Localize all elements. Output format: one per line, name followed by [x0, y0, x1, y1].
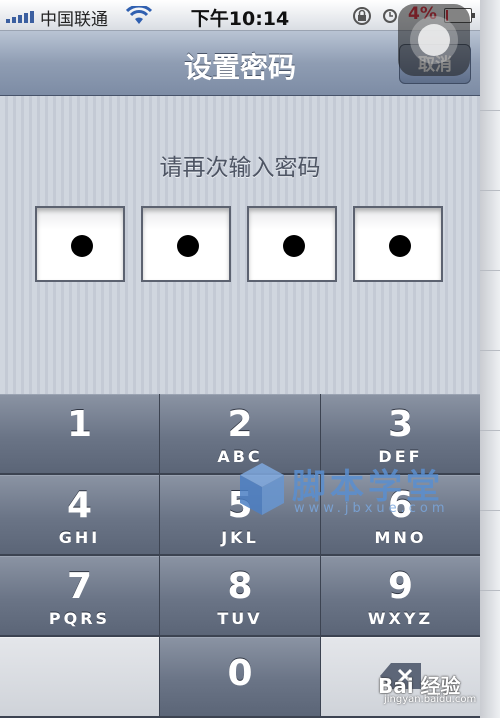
passcode-dot [177, 235, 199, 257]
passcode-digit-box [247, 206, 337, 282]
baidu-site-text: jingyan.baidu.com [384, 694, 477, 705]
watermark-url: www.jbxue.com [294, 501, 449, 516]
passcode-dot [389, 235, 411, 257]
key-7[interactable]: 7 PQRS [0, 556, 159, 635]
key-letters: WXYZ [367, 609, 434, 628]
rotation-lock-icon [353, 7, 371, 25]
passcode-prompt: 请再次输入密码 [159, 155, 321, 181]
key-4[interactable]: 4 GHI [0, 475, 159, 554]
key-digit: 1 [66, 404, 93, 445]
key-digit: 0 [227, 653, 253, 694]
key-letters: JKL [221, 528, 259, 547]
key-digit: 2 [227, 404, 253, 445]
assistive-touch-button[interactable] [398, 4, 470, 76]
key-blank [0, 637, 159, 716]
watermark-logo-icon [240, 463, 284, 515]
key-digit: 4 [66, 485, 93, 526]
passcode-dot [71, 235, 93, 257]
key-digit: 8 [227, 566, 253, 607]
key-letters: GHI [58, 528, 101, 547]
key-1[interactable]: 1 [0, 394, 159, 473]
key-0[interactable]: 0 [160, 637, 320, 716]
baidu-watermark: Bai 经验 jingyan.baidu.com [378, 666, 480, 706]
passcode-digit-box [35, 206, 125, 282]
key-letters: MNO [374, 528, 427, 547]
key-digit: 3 [387, 404, 414, 445]
alarm-icon [383, 9, 397, 23]
key-letters: PQRS [48, 609, 111, 628]
key-9[interactable]: 9 WXYZ [321, 556, 480, 635]
key-digit: 7 [66, 566, 93, 607]
key-letters: TUV [217, 609, 263, 628]
passcode-digit-box [353, 206, 443, 282]
key-8[interactable]: 8 TUV [160, 556, 320, 635]
key-digit: 9 [387, 566, 414, 607]
background-edge [480, 0, 500, 718]
passcode-dot [283, 235, 305, 257]
passcode-entry-area: 请再次输入密码 [0, 96, 480, 394]
passcode-digit-box [141, 206, 231, 282]
jbxue-watermark: 脚本学堂 www.jbxue.com [232, 453, 447, 523]
iphone-screen: 中国联通 下午10:14 4% 设置密码 取消 请再次输入密码 [0, 0, 480, 718]
